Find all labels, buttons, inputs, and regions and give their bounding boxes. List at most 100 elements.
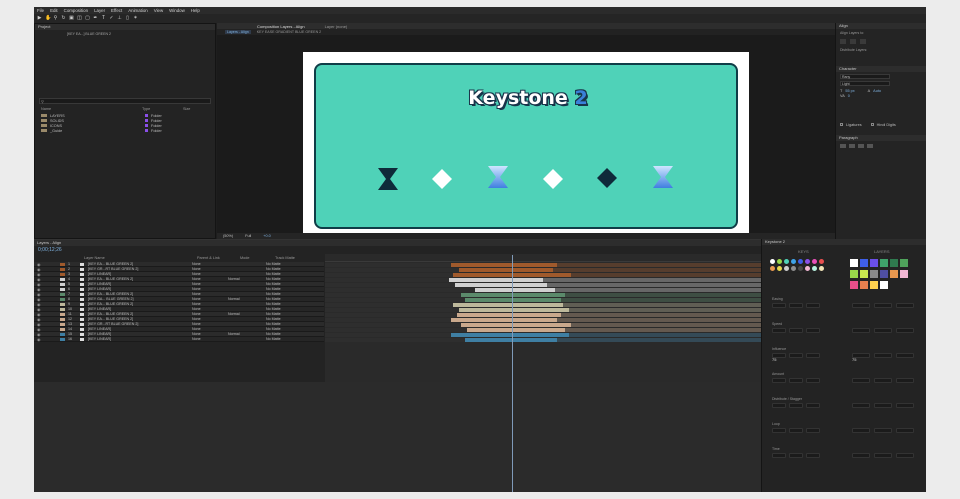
key-color-swatch[interactable] xyxy=(777,266,782,271)
layer-track-matte[interactable]: No Matte xyxy=(266,272,281,276)
keystone-ease-button[interactable] xyxy=(806,353,820,358)
key-color-swatch[interactable] xyxy=(819,259,824,264)
layer-color-swatch[interactable] xyxy=(860,281,868,289)
para-center-icon[interactable] xyxy=(849,144,855,148)
layer-color-swatch[interactable] xyxy=(870,270,878,278)
layer-color-swatch[interactable] xyxy=(880,259,888,267)
layer-label-color[interactable] xyxy=(60,307,65,311)
comp-canvas[interactable]: Keystone 2 xyxy=(303,52,749,241)
layer-label-color[interactable] xyxy=(60,332,65,336)
layer-color-swatch[interactable] xyxy=(850,259,858,267)
column-type[interactable]: Type xyxy=(142,107,180,111)
keystone-layer-button[interactable] xyxy=(874,328,892,333)
layer-bar[interactable] xyxy=(465,337,557,342)
layer-name[interactable]: [KEY LINEAR] xyxy=(88,272,111,276)
align-center-icon[interactable] xyxy=(850,39,856,44)
layer-bar[interactable] xyxy=(459,307,569,312)
menu-composition[interactable]: Composition xyxy=(64,8,88,13)
tab-layer[interactable]: Layer (none) xyxy=(325,24,348,29)
menu-file[interactable]: File xyxy=(37,8,44,13)
layer-color-swatch[interactable] xyxy=(850,270,858,278)
keystone-ease-button[interactable] xyxy=(806,453,820,458)
layer-label-color[interactable] xyxy=(60,302,65,306)
para-justify-icon[interactable] xyxy=(867,144,873,148)
layer-row[interactable]: ◉ 11 [KEY EA... BLUE GREEN 2] None Normal No … xyxy=(34,312,324,317)
eye-icon[interactable]: ◉ xyxy=(37,337,41,342)
tracking-value[interactable]: 0 xyxy=(848,94,850,98)
leading-value[interactable]: Auto xyxy=(873,89,881,93)
layer-parent[interactable]: None xyxy=(192,332,201,336)
layer-bar[interactable] xyxy=(453,302,563,307)
key-color-swatch[interactable] xyxy=(791,266,796,271)
key-color-swatch[interactable] xyxy=(770,259,775,264)
layers-tab[interactable]: LAYERS xyxy=(874,249,890,254)
layer-track-matte[interactable]: No Matte xyxy=(266,307,281,311)
layer-bar[interactable] xyxy=(449,277,543,282)
layer-row[interactable]: ◉ 4 [KEY EA... BLUE GREEN 2] None Normal No M… xyxy=(34,277,324,282)
font-size-value[interactable]: 55 px xyxy=(845,89,854,93)
keystone-ease-button[interactable] xyxy=(789,328,803,333)
key-color-swatch[interactable] xyxy=(805,259,810,264)
timecode[interactable]: 0;00;12;26 xyxy=(38,247,62,253)
keys-tab[interactable]: KEYS xyxy=(798,249,809,254)
layer-track-matte[interactable]: No Matte xyxy=(266,332,281,336)
eraser-tool-icon[interactable]: ▯ xyxy=(125,16,130,21)
layer-color-swatch[interactable] xyxy=(870,259,878,267)
layer-color-swatch[interactable] xyxy=(900,270,908,278)
key-color-swatch[interactable] xyxy=(791,259,796,264)
key-color-swatch[interactable] xyxy=(819,266,824,271)
menu-layer[interactable]: Layer xyxy=(94,8,105,13)
menu-view[interactable]: View xyxy=(154,8,163,13)
hand-tool-icon[interactable]: ✋ xyxy=(45,16,51,21)
keystone-ease-button[interactable] xyxy=(789,453,803,458)
key-color-swatch[interactable] xyxy=(784,266,789,271)
brush-tool-icon[interactable]: ✓ xyxy=(109,16,114,21)
puppet-tool-icon[interactable]: ✶ xyxy=(133,16,138,21)
layer-mode[interactable]: Normal xyxy=(228,312,240,316)
font-family-select[interactable]: Rany xyxy=(840,74,890,79)
shape-tool-icon[interactable]: ▢ xyxy=(85,16,90,21)
playhead[interactable] xyxy=(512,255,513,492)
keystone-tab[interactable]: Keystone 2 xyxy=(762,239,926,245)
layer-color-swatch[interactable] xyxy=(860,259,868,267)
layer-name[interactable]: [KEY LINEAR] xyxy=(88,337,111,341)
layer-color-swatch[interactable] xyxy=(860,270,868,278)
keystone-layer-button[interactable] xyxy=(896,328,914,333)
keystone-ease-button[interactable] xyxy=(806,303,820,308)
key-color-swatch[interactable] xyxy=(805,266,810,271)
layer-bar[interactable] xyxy=(461,322,571,327)
keystone-layer-button[interactable] xyxy=(874,403,892,408)
keystone-ease-button[interactable] xyxy=(772,328,786,333)
layer-bar[interactable] xyxy=(475,287,555,292)
pan-tool-icon[interactable]: ◫ xyxy=(77,16,82,21)
layer-parent[interactable]: None xyxy=(192,287,201,291)
keystone-layer-button[interactable] xyxy=(896,303,914,308)
keystone-layer-button[interactable] xyxy=(852,303,870,308)
layer-bar[interactable] xyxy=(455,282,547,287)
selection-tool-icon[interactable]: ▶ xyxy=(37,16,42,21)
rotate-tool-icon[interactable]: ↻ xyxy=(61,16,66,21)
column-size[interactable]: Size xyxy=(183,107,190,111)
layer-track-matte[interactable]: No Matte xyxy=(266,322,281,326)
layer-label-color[interactable] xyxy=(60,282,65,286)
layer-label-color[interactable] xyxy=(60,287,65,291)
resolution-select[interactable]: Full xyxy=(245,234,251,238)
key-color-swatch[interactable] xyxy=(798,259,803,264)
layer-label-color[interactable] xyxy=(60,337,65,341)
project-tab[interactable]: Project xyxy=(35,24,215,30)
layer-color-swatch[interactable] xyxy=(880,281,888,289)
influence-value[interactable]: 75 xyxy=(852,357,856,362)
para-left-icon[interactable] xyxy=(840,144,846,148)
camera-tool-icon[interactable]: ▣ xyxy=(69,16,74,21)
layer-row[interactable]: ◉ 5 [KEY LINEAR] None No Matte xyxy=(34,282,324,287)
key-color-swatch[interactable] xyxy=(784,259,789,264)
keystone-layer-button[interactable] xyxy=(896,428,914,433)
menu-animation[interactable]: Animation xyxy=(128,8,148,13)
menu-effect[interactable]: Effect xyxy=(111,8,122,13)
keystone-ease-button[interactable] xyxy=(772,378,786,383)
layer-color-swatch[interactable] xyxy=(850,281,858,289)
tab-composition[interactable]: Composition Layers - Align xyxy=(257,24,305,29)
keystone-layer-button[interactable] xyxy=(852,328,870,333)
ligatures-checkbox[interactable] xyxy=(840,123,843,126)
keystone-ease-button[interactable] xyxy=(806,403,820,408)
